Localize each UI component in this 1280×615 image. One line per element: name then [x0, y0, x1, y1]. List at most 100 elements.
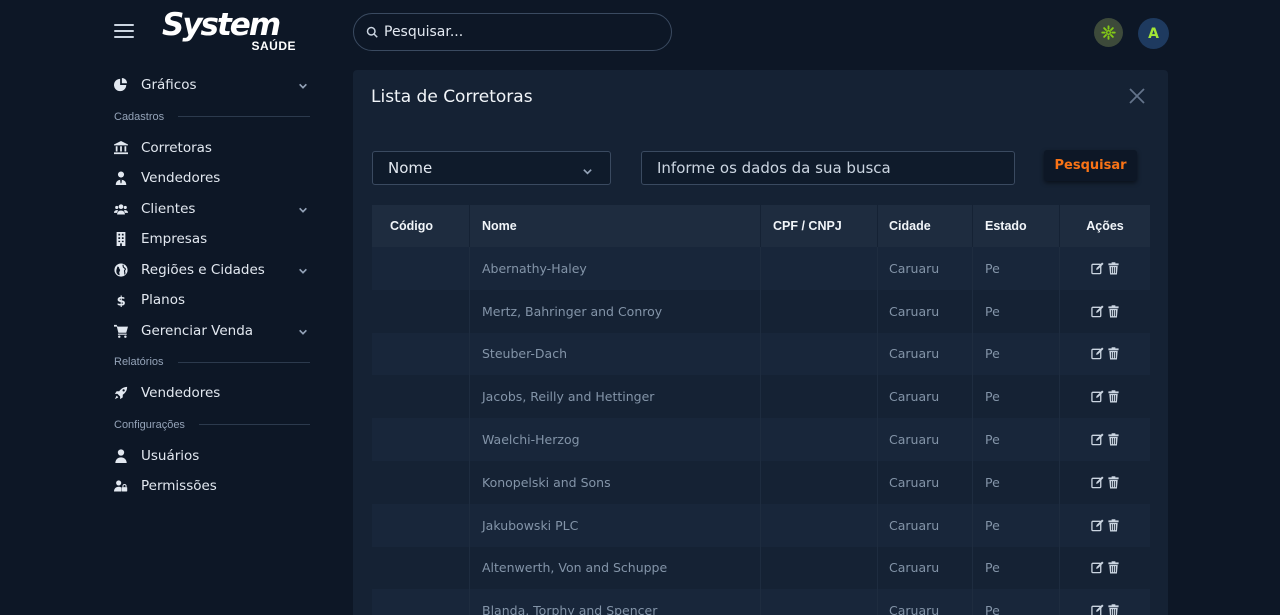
- sidebar-item-label: Empresas: [141, 231, 208, 248]
- sidebar-item-label: Corretoras: [141, 139, 212, 156]
- table-row[interactable]: Steuber-Dach Caruaru Pe: [372, 332, 1150, 376]
- user-avatar[interactable]: A: [1138, 18, 1169, 49]
- cell-nome: Konopelski and Sons: [470, 460, 761, 504]
- global-search-input[interactable]: [384, 24, 644, 40]
- trash-icon[interactable]: [1107, 390, 1120, 403]
- logo[interactable]: System SAÚDE: [162, 8, 302, 56]
- menu-toggle-icon[interactable]: [114, 24, 134, 40]
- row-actions: [1090, 304, 1120, 318]
- search-field-select[interactable]: Nome: [372, 151, 611, 185]
- sidebar-item-gerenciar-venda[interactable]: Gerenciar Venda: [114, 316, 310, 347]
- table-row[interactable]: Mertz, Bahringer and Conroy Caruaru Pe: [372, 289, 1150, 333]
- cell-cpf-cnpj: [761, 546, 878, 590]
- edit-icon[interactable]: [1090, 347, 1104, 360]
- table-row[interactable]: Blanda, Torphy and Spencer Caruaru Pe: [372, 589, 1150, 615]
- column-header-cidade[interactable]: Cidade: [878, 205, 973, 247]
- trash-icon[interactable]: [1107, 476, 1120, 489]
- cell-codigo: [372, 332, 470, 376]
- sidebar-item-vendedores[interactable]: Vendedores: [114, 378, 310, 409]
- edit-icon[interactable]: [1090, 519, 1104, 532]
- cell-nome: Altenwerth, Von and Schuppe: [470, 546, 761, 590]
- cell-acoes: [1060, 461, 1150, 504]
- trash-icon[interactable]: [1107, 604, 1120, 615]
- cell-cpf-cnpj: [761, 589, 878, 615]
- cell-nome: Blanda, Torphy and Spencer: [470, 589, 761, 615]
- user-lock-icon: [114, 479, 141, 493]
- column-header-cpf-cnpj[interactable]: CPF / CNPJ: [761, 205, 878, 247]
- edit-icon[interactable]: [1090, 390, 1104, 403]
- table-row[interactable]: Jacobs, Reilly and Hettinger Caruaru Pe: [372, 375, 1150, 419]
- trash-icon[interactable]: [1107, 433, 1120, 446]
- users-icon: [114, 202, 141, 216]
- logo-wordmark: System: [162, 7, 281, 43]
- trash-icon[interactable]: [1107, 347, 1120, 361]
- table-row[interactable]: Jakubowski PLC Caruaru Pe: [372, 503, 1150, 547]
- search-button[interactable]: Pesquisar: [1044, 150, 1137, 181]
- close-button[interactable]: [1128, 87, 1146, 105]
- cell-cpf-cnpj: [761, 460, 878, 504]
- chart-pie-icon: [114, 78, 141, 92]
- search-icon: [366, 26, 378, 38]
- search-field-select-value: Nome: [388, 159, 433, 177]
- cell-cidade: Caruaru: [878, 375, 973, 419]
- cell-codigo: [372, 289, 470, 333]
- sidebar-item-graficos[interactable]: Gráficos: [114, 70, 310, 101]
- cell-nome: Steuber-Dach: [470, 332, 761, 376]
- sidebar-item-vendedores[interactable]: Vendedores: [114, 163, 310, 194]
- edit-icon[interactable]: [1090, 561, 1104, 574]
- cell-acoes: [1060, 589, 1150, 615]
- trash-icon[interactable]: [1107, 262, 1120, 275]
- edit-icon[interactable]: [1090, 305, 1104, 318]
- edit-icon[interactable]: [1090, 262, 1104, 275]
- column-header-estado[interactable]: Estado: [973, 205, 1060, 247]
- table-header: Código Nome CPF / CNPJ Cidade Estado Açõ…: [372, 205, 1150, 247]
- column-header-acoes: Ações: [1086, 219, 1124, 233]
- table-row[interactable]: Abernathy-Haley Caruaru Pe: [372, 247, 1150, 290]
- trash-icon[interactable]: [1107, 518, 1120, 532]
- edit-icon[interactable]: [1090, 604, 1104, 615]
- table-row[interactable]: Waelchi-Herzog Caruaru Pe: [372, 418, 1150, 461]
- sidebar-item-permissoes[interactable]: Permissões: [114, 471, 310, 502]
- sidebar-item-clientes[interactable]: Clientes: [114, 194, 310, 225]
- table-row[interactable]: Konopelski and Sons Caruaru Pe: [372, 460, 1150, 504]
- nav-section-label: Relatórios: [114, 356, 164, 368]
- nav-section-label: Configurações: [114, 418, 185, 431]
- global-search[interactable]: [353, 13, 672, 51]
- row-actions: [1090, 561, 1120, 575]
- cell-acoes: [1060, 418, 1150, 461]
- cell-estado: Pe: [973, 247, 1060, 290]
- cell-estado: Pe: [973, 589, 1060, 615]
- sidebar-item-empresas[interactable]: Empresas: [114, 224, 310, 255]
- sidebar-item-usuarios[interactable]: Usuários: [114, 441, 310, 472]
- divider: [178, 116, 310, 117]
- dollar-icon: $: [114, 293, 141, 308]
- trash-icon[interactable]: [1107, 561, 1120, 575]
- settings-button[interactable]: [1094, 18, 1123, 47]
- edit-icon[interactable]: [1090, 433, 1104, 446]
- rocket-icon: [114, 386, 141, 400]
- trash-icon[interactable]: [1107, 304, 1120, 318]
- cell-estado: Pe: [973, 503, 1060, 547]
- column-header-nome[interactable]: Nome: [470, 205, 761, 247]
- edit-icon[interactable]: [1090, 476, 1104, 489]
- chevron-down-icon: [298, 203, 310, 215]
- column-header-codigo[interactable]: Código: [372, 205, 470, 247]
- sidebar-item-planos[interactable]: $ Planos: [114, 285, 310, 316]
- sidebar-item-label: Regiões e Cidades: [141, 261, 265, 278]
- row-actions: [1090, 262, 1120, 275]
- cell-acoes: [1060, 290, 1150, 333]
- sidebar-item-label: Gerenciar Venda: [141, 322, 254, 339]
- cell-cpf-cnpj: [761, 418, 878, 461]
- cell-codigo: [372, 375, 470, 419]
- cell-nome: Jakubowski PLC: [470, 503, 761, 547]
- chevron-down-icon: [298, 325, 310, 337]
- row-actions: [1090, 347, 1120, 361]
- search-term-input[interactable]: [641, 151, 1015, 185]
- table-body: Abernathy-Haley Caruaru Pe Mertz, Bahringer…: [372, 247, 1150, 615]
- chevron-down-icon: [298, 79, 310, 91]
- table-row[interactable]: Altenwerth, Von and Schuppe Caruaru Pe: [372, 546, 1150, 590]
- sidebar-item-regioes-e-cidades[interactable]: Regiões e Cidades: [114, 255, 310, 286]
- sidebar-item-corretoras[interactable]: Corretoras: [114, 133, 310, 164]
- cell-cidade: Caruaru: [878, 289, 973, 333]
- cell-acoes: [1060, 247, 1150, 290]
